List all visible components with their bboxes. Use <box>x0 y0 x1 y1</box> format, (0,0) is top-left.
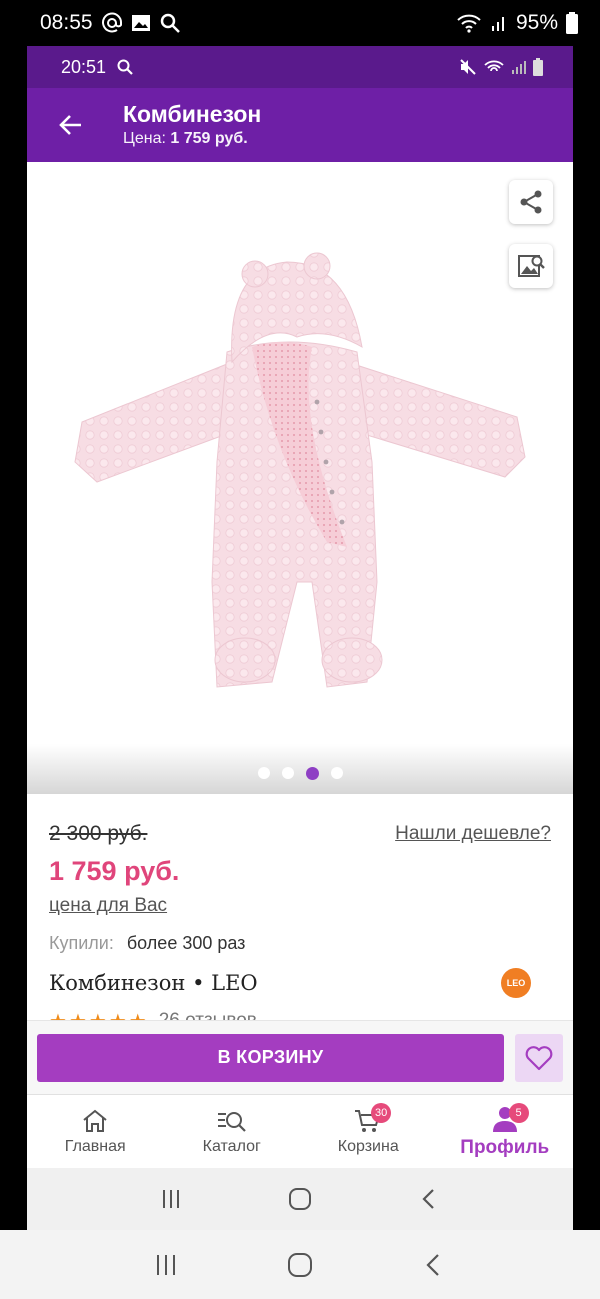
inner-clock: 20:51 <box>61 56 107 77</box>
heart-icon <box>525 1045 553 1070</box>
catalog-search-icon <box>217 1111 246 1132</box>
found-cheaper-link[interactable]: Нашли дешевле? <box>395 823 551 845</box>
back-button[interactable] <box>51 105 91 145</box>
home-nav-icon[interactable] <box>286 1251 314 1279</box>
home-icon <box>83 1109 107 1132</box>
gallery-dot-active[interactable] <box>305 767 319 780</box>
mute-icon <box>459 58 477 76</box>
gallery-dot[interactable] <box>257 767 270 779</box>
signal-icon <box>511 59 527 75</box>
image-icon <box>131 13 151 33</box>
subtitle-price-label: Цена: <box>123 130 166 147</box>
current-price: 1 759 руб. <box>49 856 180 886</box>
arrow-left-icon <box>59 115 81 135</box>
price-for-you-link[interactable]: цена для Вас <box>49 895 551 917</box>
action-bar: В КОРЗИНУ <box>27 1020 573 1094</box>
tab-cart[interactable]: 30 Корзина <box>300 1095 437 1168</box>
app-bar: Комбинезон Цена: 1 759 руб. <box>27 88 573 162</box>
brand-logo[interactable]: LEO <box>501 968 531 998</box>
page-subtitle: Цена: 1 759 руб. <box>123 128 261 150</box>
cart-badge: 30 <box>371 1103 392 1123</box>
outer-clock: 08:55 <box>40 11 93 34</box>
tab-catalog-label: Каталог <box>202 1137 261 1155</box>
battery-percent: 95% <box>515 11 558 34</box>
bought-value: более 300 раз <box>126 933 246 953</box>
recents-icon[interactable] <box>159 1187 183 1211</box>
image-search-button[interactable] <box>509 244 553 288</box>
tab-home-label: Главная <box>64 1137 126 1155</box>
outer-system-nav <box>0 1230 600 1299</box>
tab-cart-label: Корзина <box>337 1137 399 1155</box>
favorite-button[interactable] <box>515 1033 563 1082</box>
image-search-icon <box>518 255 545 277</box>
bought-count: Купили: более 300 раз <box>49 933 551 954</box>
battery-icon <box>533 58 543 76</box>
product-gallery[interactable] <box>27 162 573 794</box>
inner-system-nav <box>27 1168 573 1230</box>
add-to-cart-button[interactable]: В КОРЗИНУ <box>37 1033 504 1082</box>
gallery-dot[interactable] <box>281 767 294 779</box>
subtitle-price: 1 759 руб. <box>170 130 248 147</box>
app-window: 20:51 Комбинезон Цена: 1 759 руб. 2 300 … <box>27 46 573 1230</box>
gallery-pagination[interactable] <box>27 767 573 780</box>
old-price: 2 300 руб. <box>49 822 148 845</box>
tab-catalog[interactable]: Каталог <box>164 1095 301 1168</box>
wifi-icon <box>483 59 505 75</box>
share-button[interactable] <box>509 180 553 224</box>
outer-status-bar: 08:55 95% <box>0 0 600 46</box>
product-image <box>74 252 526 688</box>
signal-icon <box>490 14 508 32</box>
tab-profile-label: Профиль <box>460 1136 550 1158</box>
recents-icon[interactable] <box>153 1252 179 1278</box>
search-icon <box>159 12 181 34</box>
tab-home[interactable]: Главная <box>27 1095 164 1168</box>
page-title: Комбинезон <box>123 101 262 127</box>
product-name: Комбинезон • LEO <box>49 971 258 995</box>
battery-icon <box>566 12 578 34</box>
at-icon <box>101 12 123 34</box>
home-nav-icon[interactable] <box>287 1186 313 1212</box>
back-nav-icon[interactable] <box>417 1187 441 1211</box>
bottom-tab-bar: Главная Каталог 30 Корзина 5 Профиль <box>27 1094 573 1168</box>
inner-status-bar: 20:51 <box>27 46 573 88</box>
product-info: 2 300 руб. Нашли дешевле? 1 759 руб. цен… <box>27 822 573 1034</box>
wifi-icon <box>456 13 482 33</box>
tab-profile[interactable]: 5 Профиль <box>437 1095 574 1168</box>
device-screen: 08:55 95% 20:51 Комбинезон Цена: 1 759 р… <box>0 0 600 1299</box>
back-nav-icon[interactable] <box>421 1252 447 1278</box>
gallery-dot[interactable] <box>330 767 343 779</box>
share-icon <box>520 190 542 214</box>
search-icon <box>116 58 134 76</box>
profile-badge: 5 <box>508 1103 529 1123</box>
bought-label: Купили: <box>49 933 114 953</box>
